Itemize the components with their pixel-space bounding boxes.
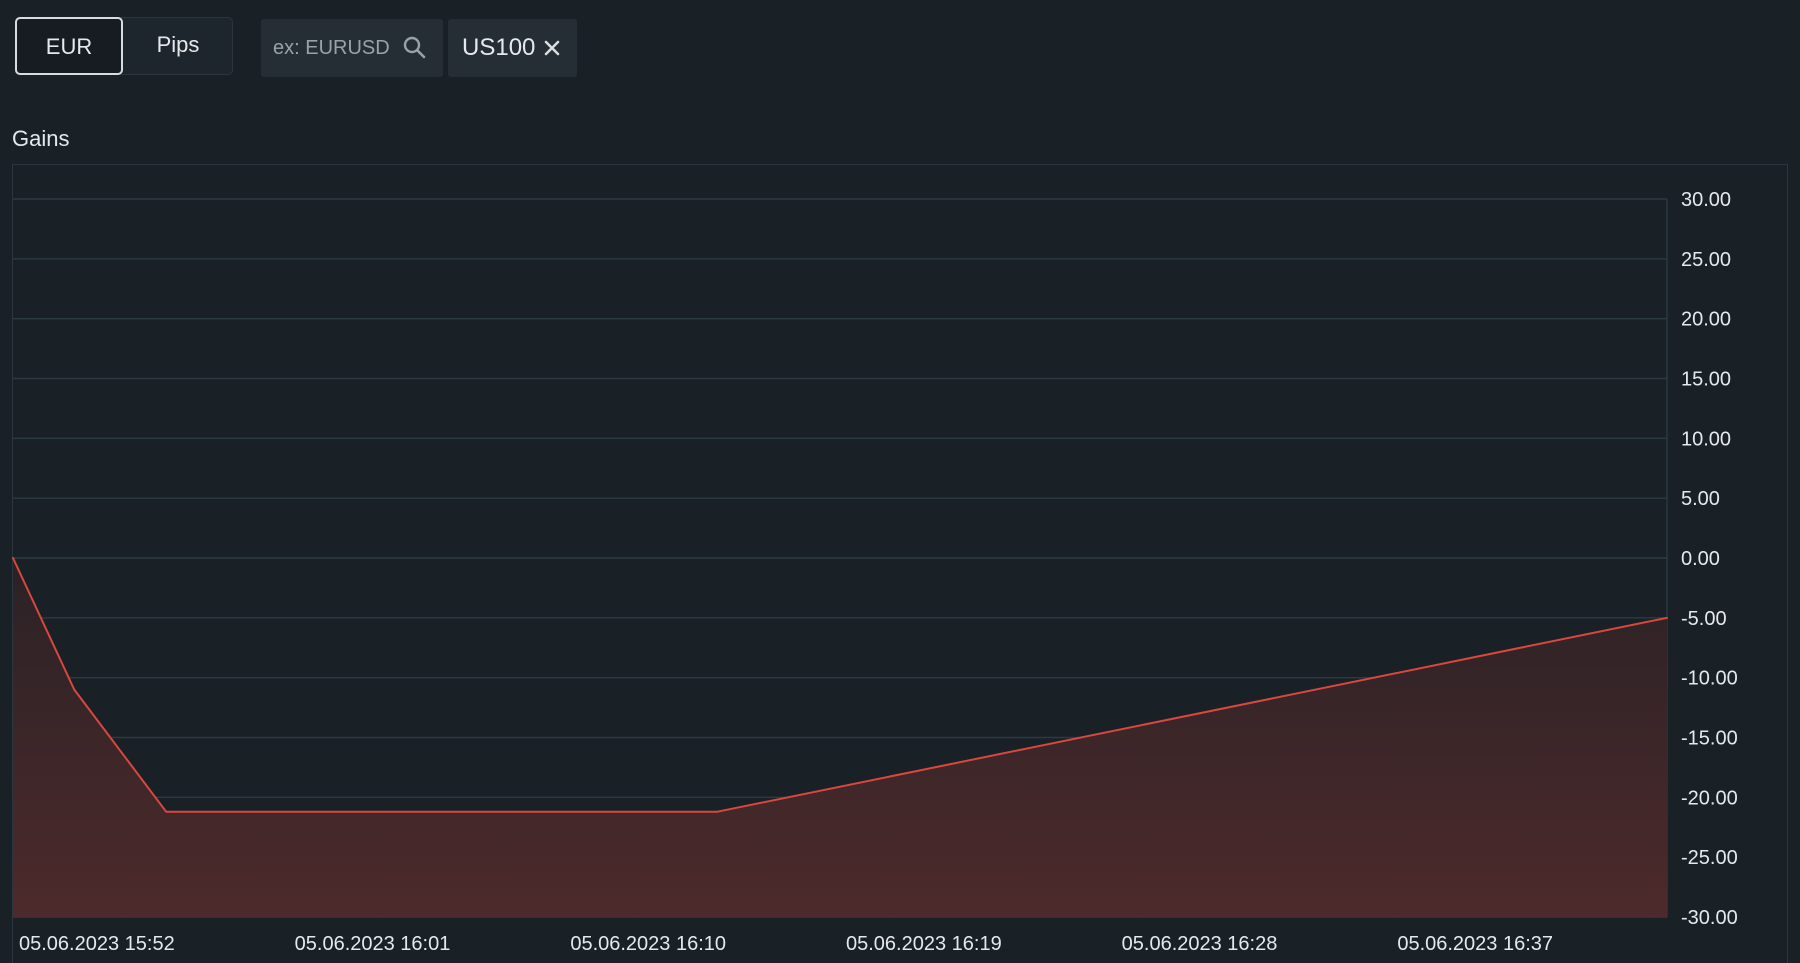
data-point[interactable]	[1666, 616, 1668, 619]
x-axis: 05.06.2023 15:52 05.06.2023 16:01 05.06.20…	[19, 933, 1553, 955]
y-tick-label: 30.00	[1681, 189, 1731, 211]
y-tick-label: -25.00	[1681, 847, 1738, 869]
x-tick-label: 05.06.2023 16:37	[1397, 933, 1553, 955]
gains-chart: 30.00 25.00 20.00 15.00 10.00 5.00 0.00 -5.00 -1…	[12, 189, 1738, 955]
x-tick-label: 05.06.2023 15:52	[19, 933, 175, 955]
y-tick-label: -30.00	[1681, 907, 1738, 929]
y-tick-label: 20.00	[1681, 309, 1731, 331]
data-point[interactable]	[165, 810, 168, 813]
y-tick-label: -10.00	[1681, 668, 1738, 690]
x-tick-label: 05.06.2023 16:10	[570, 933, 726, 955]
y-tick-label: 10.00	[1681, 428, 1731, 450]
y-tick-label: -5.00	[1681, 608, 1727, 630]
data-point[interactable]	[12, 557, 14, 559]
x-tick-label: 05.06.2023 16:19	[846, 933, 1002, 955]
y-tick-label: 0.00	[1681, 548, 1720, 570]
y-tick-label: -15.00	[1681, 728, 1738, 750]
x-tick-label: 05.06.2023 16:01	[295, 933, 451, 955]
y-tick-label: 15.00	[1681, 369, 1731, 391]
y-tick-label: 5.00	[1681, 488, 1720, 510]
y-tick-label: -20.00	[1681, 787, 1738, 809]
data-point[interactable]	[73, 688, 76, 691]
y-tick-label: 25.00	[1681, 249, 1731, 271]
y-axis: 30.00 25.00 20.00 15.00 10.00 5.00 0.00 -5.00 -1…	[1681, 189, 1738, 929]
data-point[interactable]	[716, 810, 719, 813]
x-tick-label: 05.06.2023 16:28	[1122, 933, 1278, 955]
